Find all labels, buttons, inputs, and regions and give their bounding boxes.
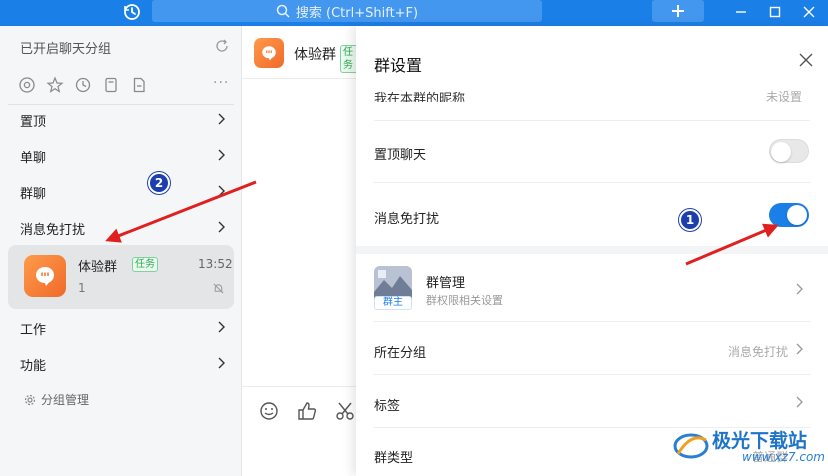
close-icon [803,6,815,18]
group-manage-title[interactable]: 群管理 [426,272,465,291]
section-separator [356,246,828,254]
group-type-label: 群类型 [374,451,414,466]
chat-area: 体验群 任务 [242,26,362,476]
chat-list-item[interactable]: 体验群 任务 13:52 1 [8,245,234,309]
sidebar-item-label: 消息免打扰 [20,222,86,238]
chat-time: 13:52 [198,257,233,271]
refresh-icon[interactable] [214,38,230,54]
sidebar-item-label: 单聊 [20,150,47,166]
watermark-text: 极光下载站 [712,430,808,452]
chat-name: 体验群 [78,260,118,275]
chat-header-title: 体验群 [294,47,336,63]
chat-bubble-icon [36,267,54,286]
mute-bell-icon [213,283,224,294]
step-badge-2: 2 [148,172,170,194]
sidebar-item-pinned[interactable]: 置顶 [0,102,242,138]
group-settings-panel: 群设置 我在本群的昵称 未设置 置顶聊天 消息免打扰 群主 群管理 群权限相关设… [356,26,828,476]
chevron-right-icon[interactable] [794,395,804,409]
chevron-right-icon [218,149,225,161]
group-category-label: 所在分组 [374,346,427,361]
group-avatar [24,255,66,297]
mute-row: 消息免打扰 [374,208,810,227]
nickname-value: 未设置 [765,90,802,102]
composer-divider [242,386,362,387]
mute-label: 消息免打扰 [374,212,440,227]
pin-chat-toggle[interactable] [769,139,809,163]
panel-title: 群设置 [374,56,423,75]
step-badge-1: 1 [679,209,701,231]
document-icon[interactable] [130,76,148,94]
group-manage-link[interactable]: 分组管理 [24,391,89,408]
row-divider [374,182,810,183]
minimize-button[interactable] [730,2,752,22]
mute-toggle[interactable] [769,203,809,227]
chevron-right-icon [218,357,225,369]
gear-icon [24,394,36,405]
close-icon[interactable] [798,52,814,68]
sidebar-item-label: 置顶 [20,114,47,130]
plus-icon [672,5,684,17]
chat-bubble-icon [262,46,276,61]
sidebar-item-do-not-disturb[interactable]: 消息免打扰 [0,210,242,246]
task-badge: 任务 [132,257,158,272]
chat-header-avatar [254,38,284,68]
toggle-knob [771,142,791,162]
pin-chat-row: 置顶聊天 [374,144,810,163]
tag-label: 标签 [374,399,401,414]
at-icon[interactable] [18,76,36,94]
chevron-right-icon [218,185,225,197]
more-icon[interactable]: ··· [213,75,229,91]
title-bar: 搜索 (Ctrl+Shift+F) [0,0,828,26]
add-button[interactable] [652,0,704,22]
toggle-knob [787,205,807,225]
sidebar-item-label: 工作 [20,322,47,338]
nickname-row[interactable]: 我在本群的昵称 未设置 [374,82,814,102]
tag-row[interactable]: 标签 [374,395,810,414]
search-placeholder: 搜索 (Ctrl+Shift+F) [295,5,419,21]
watermark-url: www.xz7.com [742,450,825,464]
sidebar-item-single-chat[interactable]: 单聊 [0,138,242,174]
chat-header-divider [242,78,362,79]
composer-toolbar [258,400,356,422]
sidebar-item-work[interactable]: 工作 [0,310,242,346]
group-category-value: 消息免打扰 [727,345,788,359]
maximize-button[interactable] [764,2,786,22]
emoji-icon[interactable] [258,400,280,422]
owner-badge: 群主 [374,296,412,310]
history-icon[interactable] [122,2,142,22]
chevron-right-icon[interactable] [794,342,804,356]
sidebar-item-label: 功能 [20,358,47,374]
chat-preview: 1 [78,281,86,295]
sidebar-item-functions[interactable]: 功能 [0,346,242,382]
chevron-right-icon [218,113,225,125]
sidebar: 已开启聊天分组 ··· 置顶 单聊 群聊 消息免打扰 体验群 任务 13:52 … [0,26,242,476]
watermark-logo-icon [673,433,709,459]
group-manage-subtitle: 群权限相关设置 [426,294,503,307]
clock-icon[interactable] [74,76,92,94]
star-icon[interactable] [46,76,64,94]
row-divider [374,374,810,375]
filter-row [18,76,148,94]
chevron-right-icon[interactable] [794,282,804,296]
scissors-icon[interactable] [334,400,356,422]
watermark: 极光下载站 www.xz7.com [668,420,828,476]
maximize-icon [769,6,781,18]
search-icon [276,4,290,18]
minimize-icon [736,11,746,13]
search-input[interactable]: 搜索 (Ctrl+Shift+F) [152,0,542,22]
row-divider [374,120,810,121]
thumbs-up-icon[interactable] [296,400,318,422]
sidebar-item-group-chat[interactable]: 群聊 [0,174,242,210]
sidebar-item-label: 群聊 [20,186,47,202]
sidebar-header: 已开启聊天分组 [20,42,112,57]
row-divider [374,321,810,322]
chevron-right-icon [218,221,225,233]
close-window-button[interactable] [798,2,820,22]
chevron-right-icon [218,321,225,333]
pin-chat-label: 置顶聊天 [374,148,427,163]
group-manage-label: 分组管理 [41,393,90,407]
bookmark-icon[interactable] [102,76,120,94]
nickname-label: 我在本群的昵称 [374,92,466,102]
